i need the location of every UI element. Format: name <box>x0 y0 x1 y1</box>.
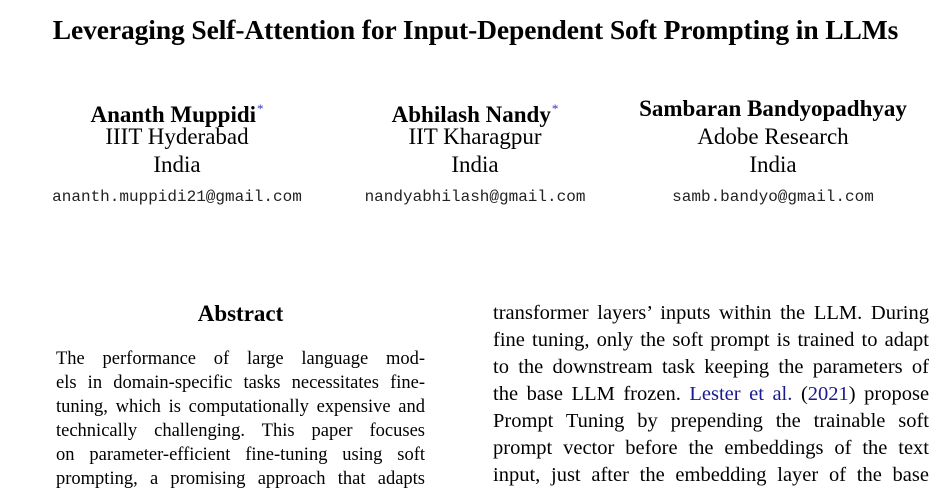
author-name: Abhilash Nandy* <box>391 101 559 127</box>
body-line-citation: the base LLM frozen. Lester et al. (2021… <box>493 383 930 405</box>
author-affiliation: IIIT Hyderabad <box>105 124 249 149</box>
author-country: India <box>749 152 797 177</box>
abstract-line: prompting, a promising approach that ada… <box>56 469 425 489</box>
author-email[interactable]: samb.bandyo@gmail.com <box>622 187 924 207</box>
author-country: India <box>153 152 201 177</box>
abstract-body: The performance of large language mod- e… <box>56 347 425 491</box>
author-email[interactable]: nandyabhilash@gmail.com <box>348 187 602 207</box>
author-affiliation: IIT Kharagpur <box>408 124 542 149</box>
author-email[interactable]: ananth.muppidi21@gmail.com <box>28 187 326 207</box>
author-country: India <box>451 152 499 177</box>
author-block-1: Ananth Muppidi* IIIT Hyderabad India ana… <box>28 95 326 207</box>
author-affiliation: Adobe Research <box>697 124 849 149</box>
author-name: Sambaran Bandyopadhyay <box>639 96 907 121</box>
author-block-3: Sambaran Bandyopadhyay Adobe Research In… <box>622 95 924 207</box>
abstract-line: technically challenging. This paper focu… <box>56 421 425 441</box>
body-line: input, just after the embedding layer of… <box>493 464 929 486</box>
abstract-line: tuning, which is computationally expensi… <box>56 397 425 417</box>
equal-contribution-mark[interactable]: * <box>257 101 264 116</box>
abstract-line: els in domain-specific tasks necessitate… <box>56 373 425 393</box>
abstract-line: on parameter-efficient fine-tuning using… <box>56 445 425 465</box>
body-text-column: transformer layers’ inputs within the LL… <box>493 300 929 489</box>
abstract-line: The performance of large language mod- <box>56 349 425 369</box>
citation-line-after: propose <box>864 383 930 405</box>
author-block-2: Abhilash Nandy* IIT Kharagpur India nand… <box>348 95 602 207</box>
abstract-heading: Abstract <box>197 301 284 326</box>
body-line: Prompt Tuning by prepending the trainabl… <box>493 410 929 432</box>
citation-year-link[interactable]: 2021 <box>808 383 849 405</box>
equal-contribution-mark[interactable]: * <box>552 101 559 116</box>
body-line: prompt vector before the embeddings of t… <box>493 437 929 459</box>
body-line: to the downstream task keeping the param… <box>493 356 929 378</box>
citation-link[interactable]: Lester et al. <box>689 383 801 405</box>
body-line: transformer layers’ inputs within the LL… <box>493 302 929 324</box>
author-name: Ananth Muppidi* <box>90 101 264 127</box>
paper-title: Leveraging Self-Attention for Input-Depe… <box>52 14 899 45</box>
citation-line-before: the base LLM frozen. <box>493 383 681 405</box>
body-line: fine tuning, only the soft prompt is tra… <box>493 329 929 351</box>
